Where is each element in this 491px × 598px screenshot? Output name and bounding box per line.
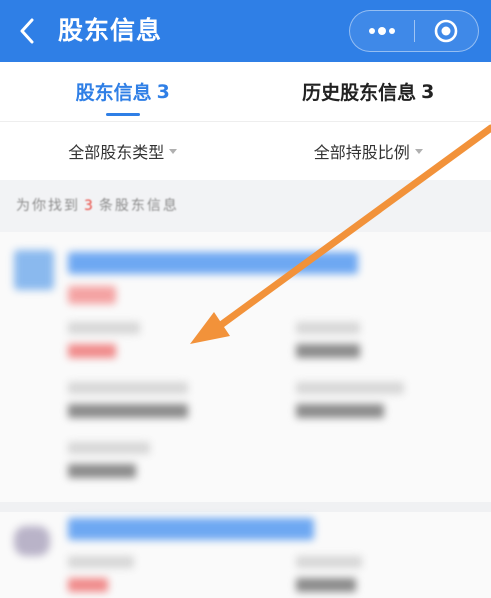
tab-history-shareholder-info[interactable]: 历史股东信息 3 — [246, 62, 491, 121]
target-close-icon — [434, 19, 458, 43]
shareholder-type-dropdown[interactable]: 全部股东类型 — [0, 122, 246, 180]
field-value — [68, 404, 188, 418]
filter-label: 全部股东类型 — [68, 143, 165, 162]
summary-suffix: 条股东信息 — [98, 198, 179, 214]
more-button[interactable] — [350, 11, 414, 51]
filter-label: 全部持股比例 — [313, 143, 410, 162]
caret-down-icon — [414, 148, 423, 154]
field-label — [68, 442, 150, 454]
card-divider — [0, 502, 491, 512]
tab-bar: 股东信息 3 历史股东信息 3 — [0, 62, 491, 122]
company-logo — [14, 526, 50, 556]
field-label — [296, 382, 404, 394]
field-value — [296, 404, 384, 418]
field-label — [296, 322, 360, 334]
mini-program-capsule — [349, 10, 479, 52]
share-ratio-dropdown[interactable]: 全部持股比例 — [246, 122, 491, 180]
field-value — [296, 344, 360, 358]
close-button[interactable] — [415, 11, 479, 51]
company-logo — [14, 250, 54, 290]
field-label — [68, 322, 140, 334]
field-value — [68, 464, 136, 478]
tab-label: 股东信息 — [75, 82, 152, 104]
tab-count: 3 — [156, 80, 170, 103]
summary-count: 3 — [84, 198, 95, 214]
field-label — [296, 556, 362, 568]
back-button[interactable] — [12, 13, 42, 49]
filter-bar: 全部股东类型 全部持股比例 — [0, 122, 491, 180]
field-value — [296, 578, 356, 592]
status-tag — [68, 286, 116, 304]
tab-label: 历史股东信息 — [302, 82, 417, 104]
field-value — [68, 344, 116, 358]
result-summary: 为你找到 3 条股东信息 — [16, 195, 179, 215]
company-name[interactable] — [68, 252, 358, 274]
shareholder-card[interactable] — [0, 512, 491, 598]
field-value — [68, 578, 108, 592]
caret-down-icon — [169, 148, 178, 154]
tab-count: 3 — [421, 80, 435, 103]
chevron-left-icon — [20, 18, 34, 44]
active-tab-indicator — [105, 113, 140, 116]
shareholder-card[interactable] — [0, 232, 491, 502]
summary-prefix: 为你找到 — [16, 198, 80, 214]
tab-shareholder-info[interactable]: 股东信息 3 — [0, 62, 246, 121]
result-summary-bar: 为你找到 3 条股东信息 — [0, 180, 491, 232]
shareholder-list — [0, 232, 491, 598]
field-label — [68, 556, 134, 568]
field-label — [68, 382, 188, 394]
page-title: 股东信息 — [58, 16, 163, 45]
company-name[interactable] — [68, 518, 314, 540]
top-bar: 股东信息 — [0, 0, 491, 62]
more-dots-icon — [368, 27, 395, 35]
